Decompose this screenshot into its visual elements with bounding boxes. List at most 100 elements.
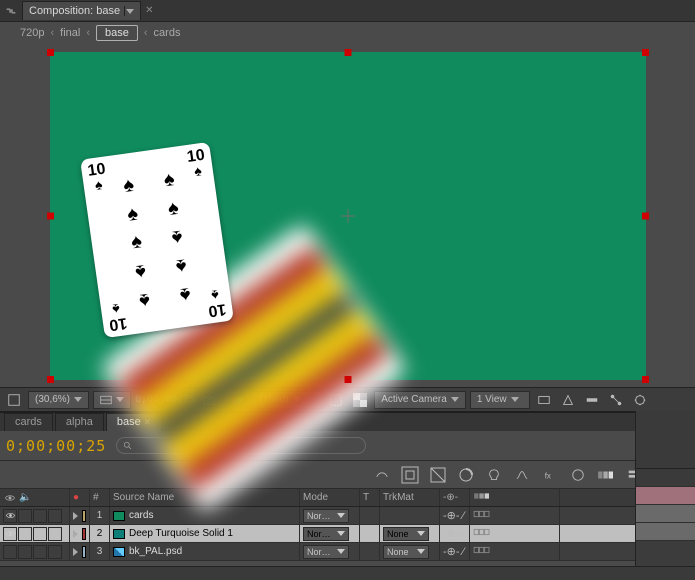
composition-panel-tabrow: Composition: base ✕ xyxy=(0,0,695,22)
solo-toggle[interactable] xyxy=(33,509,47,523)
timeline-switches-bar: fx xyxy=(0,461,695,489)
layer-row[interactable]: 1cardsNor…-⊕-∕ xyxy=(0,507,695,525)
search-icon xyxy=(123,441,133,451)
timeline-tab[interactable]: cards xyxy=(4,413,53,431)
layer-label-swatch[interactable] xyxy=(82,546,86,558)
fast-previews-icon[interactable] xyxy=(558,391,578,409)
parent-pickwhip-icon[interactable] xyxy=(473,507,491,524)
blend-mode-dropdown[interactable]: Nor… xyxy=(303,545,349,559)
comp-flowchart-icon[interactable] xyxy=(606,391,626,409)
video-toggle[interactable] xyxy=(3,545,17,559)
timeline-layer-list: 1cardsNor…-⊕-∕2Deep Turquoise Solid 1Nor… xyxy=(0,507,695,561)
flow-item-active[interactable]: base xyxy=(96,25,138,41)
lock-toggle[interactable] xyxy=(48,545,62,559)
lock-toggle[interactable] xyxy=(48,509,62,523)
selection-handle[interactable] xyxy=(642,49,649,56)
video-toggle[interactable] xyxy=(3,527,17,541)
current-timecode[interactable]: 0;00;00;25 xyxy=(6,437,106,455)
solo-toggle[interactable] xyxy=(33,545,47,559)
parent-pickwhip-icon[interactable] xyxy=(473,525,491,542)
preserve-transparency-toggle[interactable] xyxy=(360,543,380,560)
effects-icon[interactable]: ∕ xyxy=(463,528,465,540)
reset-icon[interactable]: -⊕- xyxy=(443,509,460,522)
anchor-point-icon xyxy=(341,209,355,223)
label-header-icon[interactable]: ● xyxy=(73,492,79,503)
frame-blend-icon[interactable] xyxy=(426,464,450,486)
composition-flowchart: 720p ‹ final ‹ base ‹ cards xyxy=(0,22,695,44)
flow-item[interactable]: final xyxy=(60,27,80,39)
shy-icon[interactable] xyxy=(370,464,394,486)
selection-handle[interactable] xyxy=(344,376,351,383)
effects-icon[interactable]: ∕ xyxy=(463,546,465,558)
timeline-icon[interactable] xyxy=(582,391,602,409)
tab-label: alpha xyxy=(66,416,93,428)
horizontal-scrollbar[interactable] xyxy=(0,566,695,580)
layer-row[interactable]: 2Deep Turquoise Solid 1Nor…None-⊕-∕ xyxy=(0,525,695,543)
layer-label-swatch[interactable] xyxy=(82,528,86,540)
solo-toggle[interactable] xyxy=(33,527,47,541)
composition-panel-tab[interactable]: Composition: base xyxy=(22,1,141,20)
col-t[interactable]: T xyxy=(360,489,380,506)
blend-mode-dropdown[interactable]: Nor… xyxy=(303,527,349,541)
audio-toggle[interactable] xyxy=(18,527,32,541)
flow-sep-icon: ‹ xyxy=(144,27,148,39)
layer-index: 2 xyxy=(90,525,110,542)
speaker-header-icon[interactable]: 🔈 xyxy=(19,492,31,503)
composition-canvas[interactable]: 10♠ 10♠ 10♠ 10♠ ♠♠♠♠♠ ♠♠♠♠♠ xyxy=(50,52,646,380)
layer-name: cards xyxy=(129,510,153,521)
audio-toggle[interactable] xyxy=(18,545,32,559)
mode-value: Nor… xyxy=(307,547,331,557)
twirl-icon[interactable] xyxy=(73,512,78,520)
layer-label-swatch[interactable] xyxy=(82,510,86,522)
selection-handle[interactable] xyxy=(47,212,54,219)
pixel-aspect-icon[interactable] xyxy=(534,391,554,409)
trkmat-dropdown[interactable]: None xyxy=(383,545,429,559)
selection-handle[interactable] xyxy=(47,376,54,383)
timeline-tab[interactable]: alpha xyxy=(55,413,104,431)
preserve-transparency-toggle[interactable] xyxy=(360,507,380,524)
trkmat-dropdown[interactable]: None xyxy=(383,527,429,541)
exposure-icon[interactable] xyxy=(630,391,650,409)
brainstorm-icon[interactable] xyxy=(482,464,506,486)
switches-header-icon[interactable]: -⊕- xyxy=(443,492,458,503)
col-index[interactable]: # xyxy=(90,489,110,506)
preserve-transparency-toggle[interactable] xyxy=(360,525,380,542)
col-mode[interactable]: Mode xyxy=(300,489,360,506)
col-trkmat[interactable]: TrkMat xyxy=(380,489,440,506)
lock-toggle[interactable] xyxy=(48,527,62,541)
selection-handle[interactable] xyxy=(344,49,351,56)
flow-item[interactable]: cards xyxy=(154,27,181,39)
layer-thumb-icon xyxy=(113,547,125,557)
video-toggle[interactable] xyxy=(3,509,17,523)
always-preview-icon[interactable] xyxy=(4,391,24,409)
flow-sep-icon: ‹ xyxy=(50,27,54,39)
twirl-icon[interactable] xyxy=(73,548,78,556)
flow-item[interactable]: 720p xyxy=(20,27,44,39)
timeline-time-ruler[interactable] xyxy=(635,411,695,580)
reset-icon[interactable]: -⊕- xyxy=(443,527,460,540)
panel-tab-close-icon[interactable]: ✕ xyxy=(145,5,153,16)
selection-handle[interactable] xyxy=(642,376,649,383)
selection-handle[interactable] xyxy=(642,212,649,219)
audio-toggle[interactable] xyxy=(18,509,32,523)
graph-editor-icon[interactable] xyxy=(510,464,534,486)
effects-icon[interactable]: ∕ xyxy=(463,510,465,522)
parent-pickwhip-icon[interactable] xyxy=(473,543,491,560)
selection-handle[interactable] xyxy=(47,49,54,56)
comp-switch-icon[interactable] xyxy=(398,464,422,486)
zoom-dropdown[interactable]: (30,6%) xyxy=(28,391,89,409)
motion-blur-icon[interactable] xyxy=(454,464,478,486)
panel-tab-menu-icon[interactable] xyxy=(124,6,134,16)
reset-icon[interactable]: -⊕- xyxy=(443,545,460,558)
views-dropdown[interactable]: 1 View xyxy=(470,391,530,409)
layer-row[interactable]: 3bk_PAL.psdNor…None-⊕-∕ xyxy=(0,543,695,561)
eye-header-icon[interactable] xyxy=(3,491,17,505)
composition-viewer[interactable]: 10♠ 10♠ 10♠ 10♠ ♠♠♠♠♠ ♠♠♠♠♠ xyxy=(0,44,695,387)
quality-icon[interactable] xyxy=(594,464,618,486)
parent-header-icon[interactable] xyxy=(473,489,491,506)
blend-mode-dropdown[interactable]: Nor… xyxy=(303,509,349,523)
panel-link-icon xyxy=(4,4,18,18)
twirl-icon[interactable] xyxy=(73,530,78,538)
draft3d-icon[interactable]: fx xyxy=(538,464,562,486)
live-update-icon[interactable] xyxy=(566,464,590,486)
